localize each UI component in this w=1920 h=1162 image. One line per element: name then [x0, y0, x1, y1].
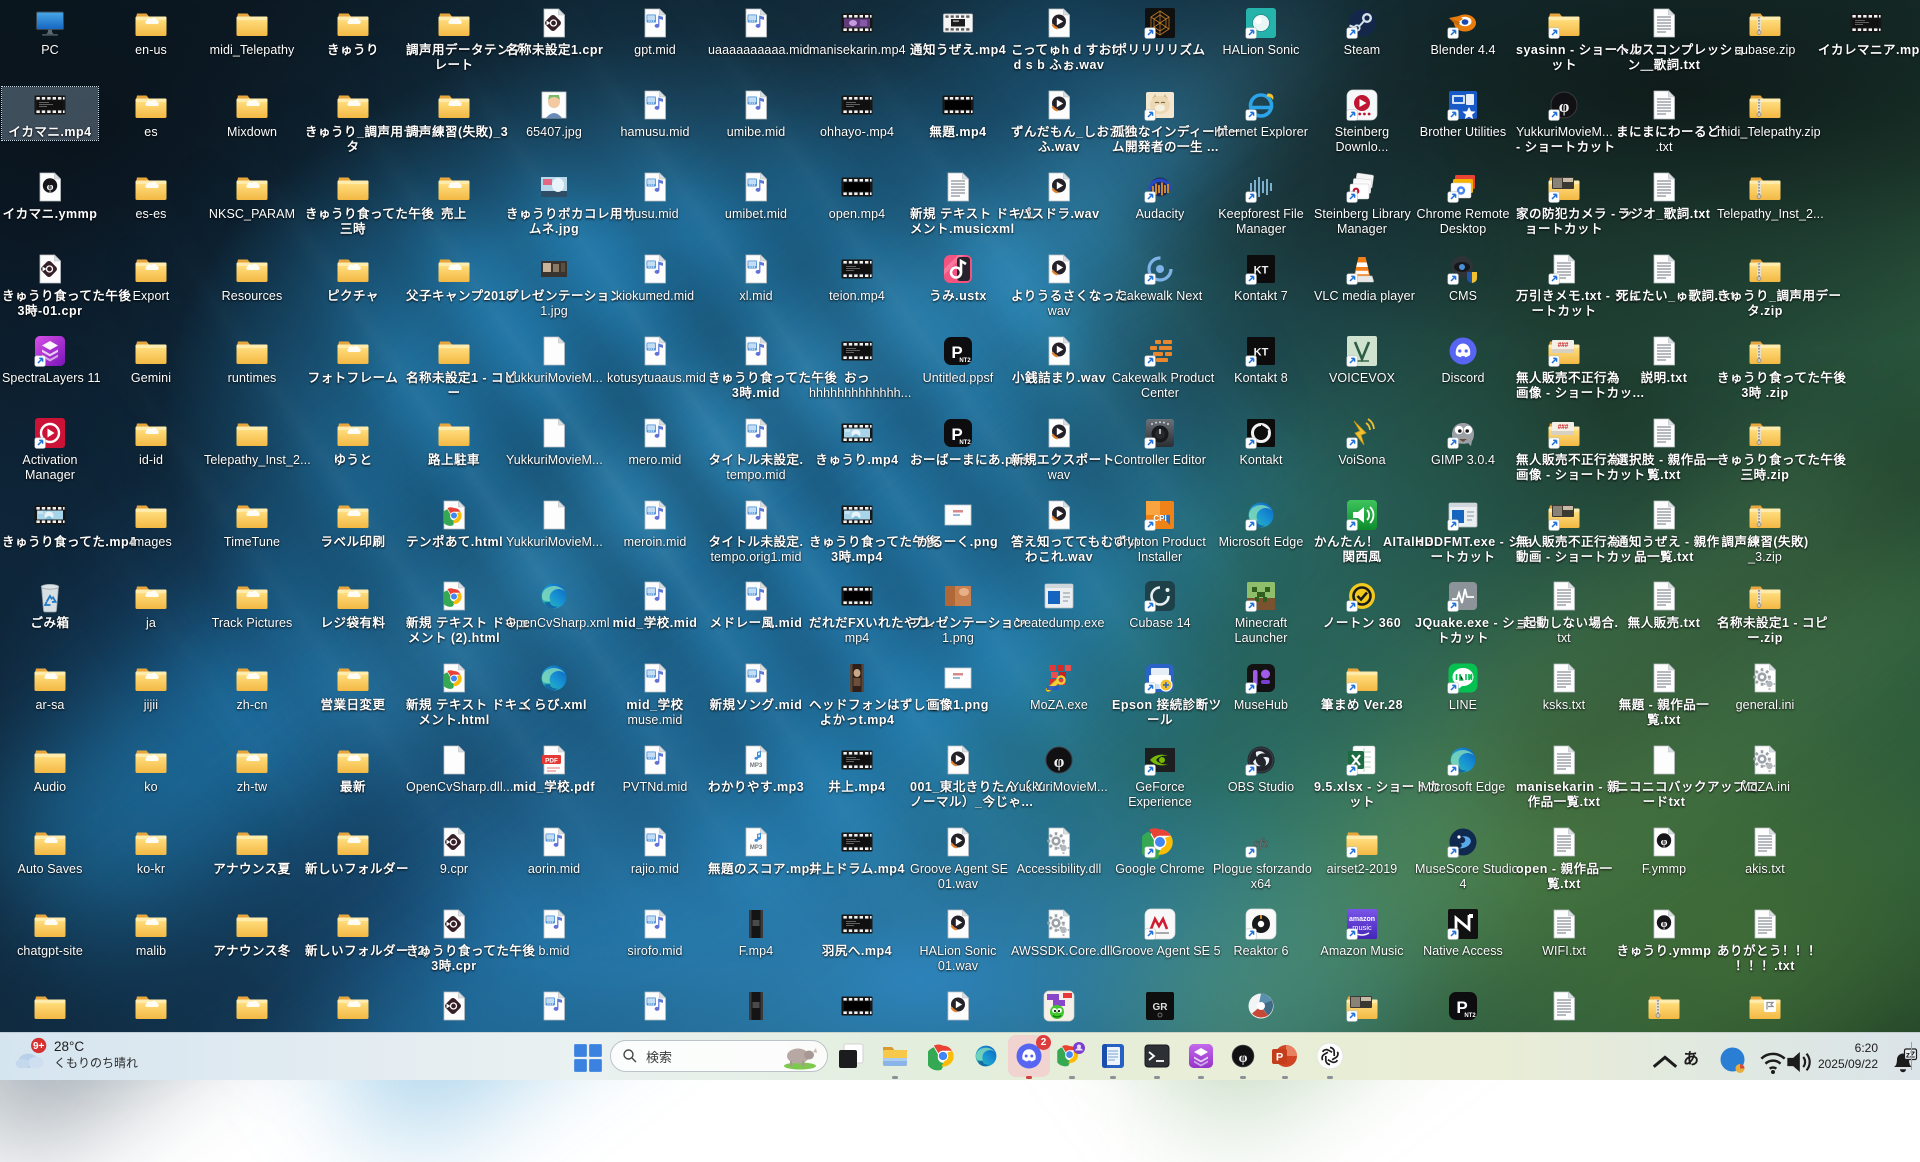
svg-text:9+: 9+ [33, 1041, 45, 1052]
